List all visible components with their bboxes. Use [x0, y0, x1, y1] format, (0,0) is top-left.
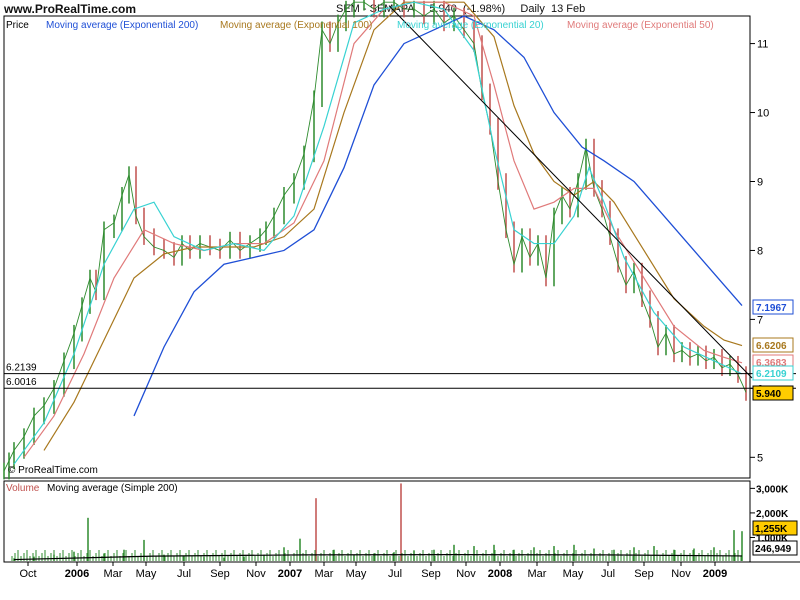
x-tick-label: May [136, 568, 157, 580]
legend-entry: Moving average (Exponential 50) [567, 20, 714, 31]
x-tick-label: Nov [456, 568, 476, 580]
x-tick-label: Jul [177, 568, 191, 580]
x-tick-label: May [346, 568, 367, 580]
legend-entry: Price [6, 20, 29, 31]
y-tick-label: 8 [757, 245, 763, 257]
x-tick-label: Nov [246, 568, 266, 580]
watermark: © ProRealTime.com [8, 465, 98, 476]
y-tick-label: 11 [757, 39, 768, 51]
value-tag-label: 6.2109 [756, 369, 787, 380]
x-tick-label: 2006 [65, 568, 89, 580]
x-tick-label: Jul [601, 568, 615, 580]
legend-entry: Moving average (Exponential 200) [46, 20, 198, 31]
volume-y-tick-label: 2,000K [756, 509, 789, 520]
x-tick-label: Mar [315, 568, 334, 580]
volume-tag-label: 246,949 [755, 544, 792, 555]
value-tag-label: 6.6206 [756, 341, 787, 352]
y-tick-label: 9 [757, 176, 763, 188]
value-tag-label: 7.1967 [756, 303, 787, 314]
volume-tag-label: 1,255K [755, 524, 788, 535]
x-tick-label: May [563, 568, 584, 580]
x-tick-label: Sep [634, 568, 654, 580]
x-tick-label: Sep [421, 568, 441, 580]
volume-y-tick-label: 3,000K [756, 484, 789, 495]
x-tick-label: Sep [210, 568, 230, 580]
value-tag-label: 5.940 [756, 389, 781, 400]
legend-entry: Moving average (Exponential 100) [220, 20, 372, 31]
x-tick-label: 2009 [703, 568, 727, 580]
legend-entry: Moving average (Exponential 20) [397, 20, 544, 31]
x-tick-label: 2008 [488, 568, 512, 580]
y-tick-label: 5 [757, 452, 763, 464]
x-tick-label: Oct [19, 568, 36, 580]
x-tick-label: Nov [671, 568, 691, 580]
x-tick-label: Jul [388, 568, 402, 580]
volume-legend-entry: Volume [6, 483, 40, 494]
price-panel-frame [3, 15, 751, 479]
horizontal-level-label: 6.2139 [6, 363, 37, 374]
x-tick-label: Mar [104, 568, 123, 580]
y-tick-label: 10 [757, 108, 769, 120]
x-tick-label: 2007 [278, 568, 302, 580]
horizontal-level-label: 6.0016 [6, 377, 37, 388]
chart-canvas: 567891011Oct2006MarMayJulSepNov2007MarMa… [3, 0, 800, 580]
y-tick-label: 7 [757, 314, 763, 326]
volume-legend-entry: Moving average (Simple 200) [47, 483, 178, 494]
x-tick-label: Mar [528, 568, 547, 580]
